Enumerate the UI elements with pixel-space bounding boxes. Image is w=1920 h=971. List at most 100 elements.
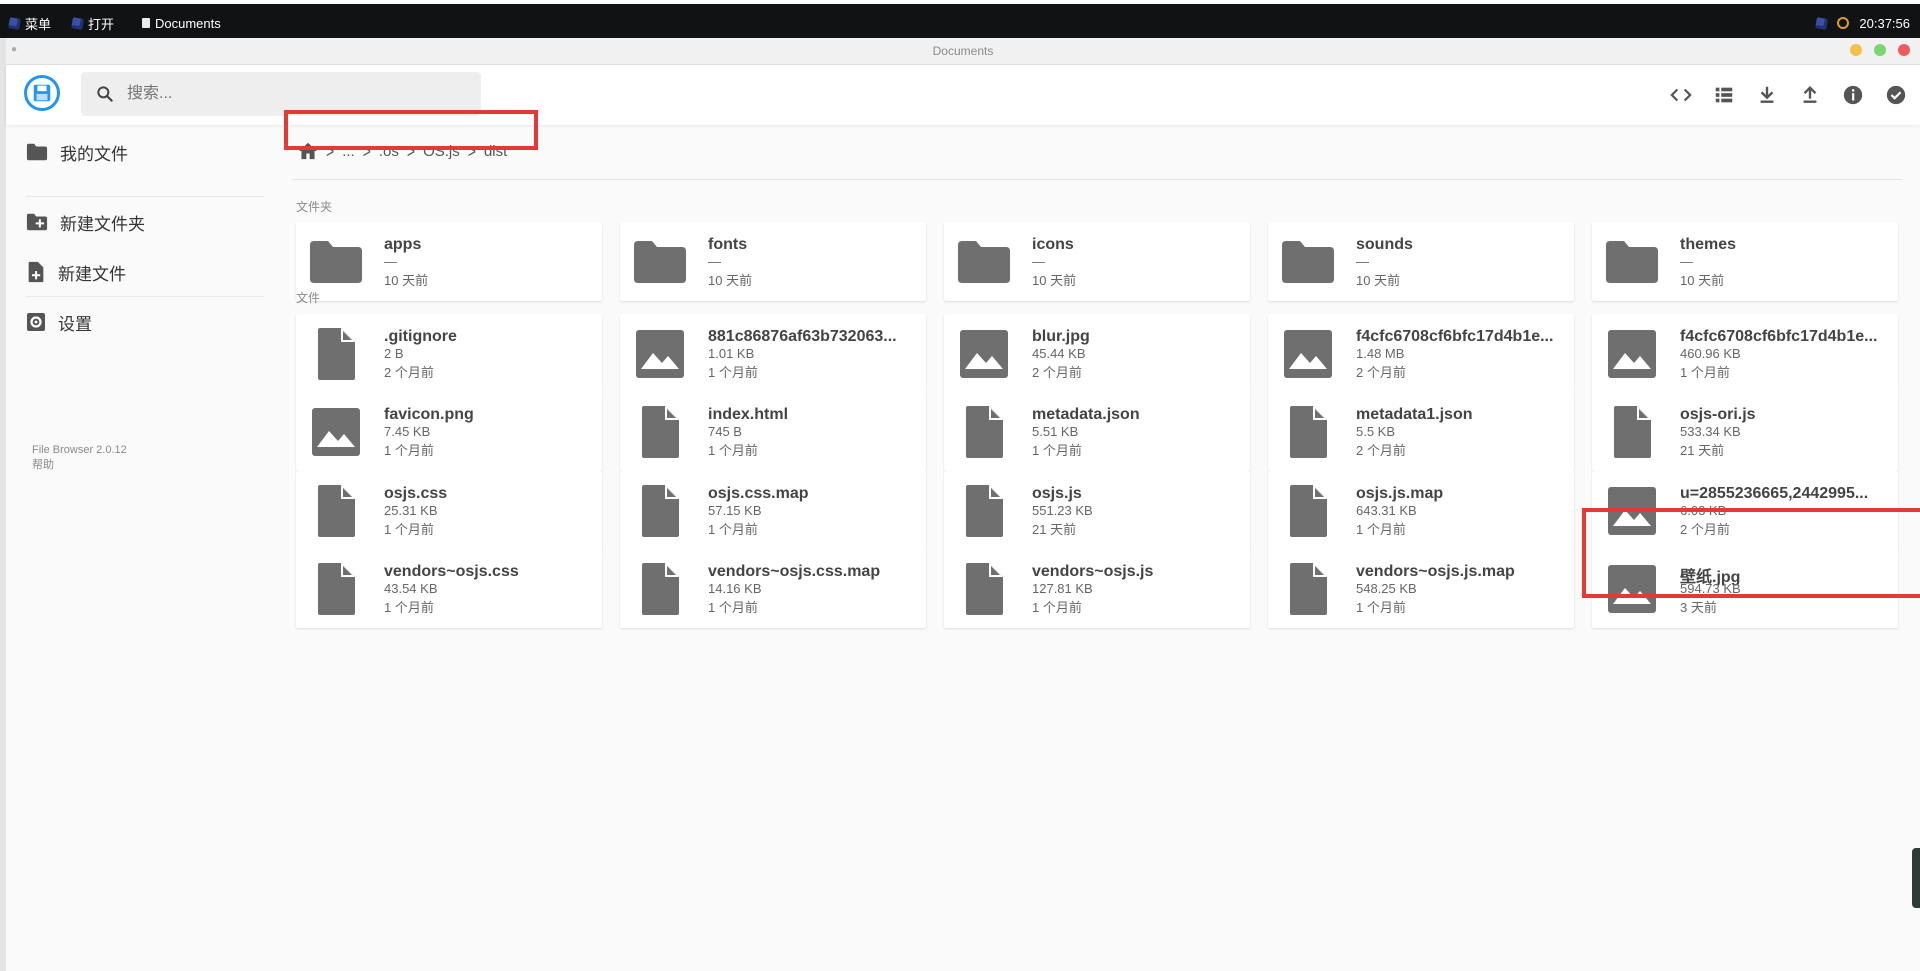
folder-card[interactable]: themes — 10 天前	[1592, 222, 1898, 301]
side-handle[interactable]	[1912, 848, 1920, 908]
folder-icon	[956, 236, 1012, 288]
file-icon	[632, 563, 688, 615]
tray-cube-icon[interactable]	[1815, 16, 1829, 30]
file-card[interactable]: vendors~osjs.js 127.81 KB 1 个月前	[944, 549, 1250, 628]
taskbar-menu-label: 菜单	[25, 16, 52, 32]
file-card[interactable]: osjs.css 25.31 KB 1 个月前	[296, 471, 602, 550]
file-browser-logo[interactable]	[24, 75, 60, 111]
file-card[interactable]: f4cfc6708cf6bfc17d4b1e... 460.96 KB 1 个月前	[1592, 314, 1898, 393]
image-file-icon	[632, 328, 688, 380]
search-input[interactable]	[125, 84, 459, 104]
item-name: 881c86876af63b732063...	[708, 328, 897, 345]
file-icon	[956, 485, 1012, 537]
file-card[interactable]: metadata1.json 5.5 KB 2 个月前	[1268, 392, 1574, 471]
item-modified: 10 天前	[1680, 273, 1725, 288]
file-card[interactable]: vendors~osjs.js.map 548.25 KB 1 个月前	[1268, 549, 1574, 628]
item-modified: 2 个月前	[1032, 365, 1082, 380]
item-name: sounds	[1356, 236, 1413, 253]
file-icon	[308, 485, 364, 537]
file-card[interactable]: index.html 745 B 1 个月前	[620, 392, 926, 471]
image-file-icon	[308, 406, 364, 458]
item-modified: 1 个月前	[1032, 600, 1082, 615]
header-actions	[1664, 78, 1912, 111]
item-modified: 1 个月前	[708, 443, 758, 458]
item-name: osjs.js	[1032, 485, 1082, 502]
image-file-icon	[1604, 328, 1660, 380]
sidebar-item-label: 新建文件	[58, 264, 126, 284]
clock: 20:37:56	[1859, 15, 1910, 31]
file-card[interactable]: osjs.js 551.23 KB 21 天前	[944, 471, 1250, 550]
file-card[interactable]: osjs.css.map 57.15 KB 1 个月前	[620, 471, 926, 550]
item-size: 5.51 KB	[1032, 424, 1079, 439]
item-modified: 1 个月前	[1356, 600, 1406, 615]
item-size: —	[1356, 254, 1369, 269]
file-icon	[308, 328, 364, 380]
sidebar-item-settings[interactable]: 设置	[26, 304, 92, 340]
sidebar-item-new-folder[interactable]: 新建文件夹	[26, 204, 145, 240]
item-name: osjs-ori.js	[1680, 406, 1756, 423]
folder-icon	[308, 236, 364, 288]
folder-card[interactable]: icons — 10 天前	[944, 222, 1250, 301]
tray-search-icon[interactable]	[1837, 17, 1850, 29]
item-modified: 10 天前	[1356, 273, 1401, 288]
file-card[interactable]: 881c86876af63b732063... 1.01 KB 1 个月前	[620, 314, 926, 393]
info-icon[interactable]	[1836, 78, 1869, 111]
folder-icon	[26, 143, 48, 161]
document-icon	[142, 18, 150, 28]
window-titlebar[interactable]: ● Documents	[6, 38, 1920, 65]
item-modified: 10 天前	[1032, 273, 1077, 288]
minimize-button[interactable]	[1850, 44, 1862, 56]
item-size: 57.15 KB	[708, 503, 762, 518]
file-card[interactable]: metadata.json 5.51 KB 1 个月前	[944, 392, 1250, 471]
file-card[interactable]: vendors~osjs.css.map 14.16 KB 1 个月前	[620, 549, 926, 628]
sidebar-item-label: 设置	[58, 314, 92, 334]
item-name: apps	[384, 236, 422, 253]
maximize-button[interactable]	[1874, 44, 1886, 56]
sidebar-item-label: 新建文件夹	[60, 214, 145, 234]
file-icon	[632, 485, 688, 537]
folder-card[interactable]: sounds — 10 天前	[1268, 222, 1574, 301]
file-card[interactable]: .gitignore 2 B 2 个月前	[296, 314, 602, 393]
item-size: 25.31 KB	[384, 503, 438, 518]
item-modified: 1 个月前	[708, 600, 758, 615]
close-button[interactable]	[1898, 44, 1910, 56]
item-name: metadata1.json	[1356, 406, 1473, 423]
item-name: metadata.json	[1032, 406, 1140, 423]
item-size: 127.81 KB	[1032, 581, 1093, 596]
file-icon	[1280, 563, 1336, 615]
taskbar-app-documents[interactable]: Documents	[142, 13, 221, 33]
file-card[interactable]: osjs-ori.js 533.34 KB 21 天前	[1592, 392, 1898, 471]
item-size: 643.31 KB	[1356, 503, 1417, 518]
file-card[interactable]: vendors~osjs.css 43.54 KB 1 个月前	[296, 549, 602, 628]
folder-card[interactable]: apps — 10 天前	[296, 222, 602, 301]
item-modified: 1 个月前	[1356, 522, 1406, 537]
taskbar-menu[interactable]: 菜单	[8, 13, 52, 33]
taskbar-open[interactable]: 打开	[71, 13, 114, 33]
list-view-icon[interactable]	[1707, 78, 1740, 111]
file-card[interactable]: f4cfc6708cf6bfc17d4b1e... 1.48 MB 2 个月前	[1268, 314, 1574, 393]
file-card[interactable]: blur.jpg 45.44 KB 2 个月前	[944, 314, 1250, 393]
item-size: 5.5 KB	[1356, 424, 1396, 439]
file-card[interactable]: osjs.js.map 643.31 KB 1 个月前	[1268, 471, 1574, 550]
sidebar-item-label: 我的文件	[60, 144, 128, 164]
file-card[interactable]: favicon.png 7.45 KB 1 个月前	[296, 392, 602, 471]
image-file-icon	[956, 328, 1012, 380]
check-circle-icon[interactable]	[1879, 78, 1912, 111]
download-icon[interactable]	[1750, 78, 1783, 111]
folder-card[interactable]: fonts — 10 天前	[620, 222, 926, 301]
file-icon	[1280, 406, 1336, 458]
files-section-label: 文件	[296, 291, 321, 305]
sidebar-item-new-file[interactable]: 新建文件	[26, 254, 126, 290]
search-icon	[97, 86, 113, 102]
file-icon	[956, 563, 1012, 615]
code-icon[interactable]	[1664, 78, 1697, 111]
sidebar-item-my-files[interactable]: 我的文件	[26, 134, 128, 170]
upload-icon[interactable]	[1793, 78, 1826, 111]
folder-icon	[1280, 236, 1336, 288]
item-modified: 1 个月前	[384, 443, 434, 458]
item-modified: 21 天前	[1680, 443, 1725, 458]
help-link[interactable]: 帮助	[32, 458, 127, 473]
item-name: osjs.css.map	[708, 485, 809, 502]
item-name: icons	[1032, 236, 1074, 253]
taskbar-app-label: Documents	[155, 15, 221, 31]
